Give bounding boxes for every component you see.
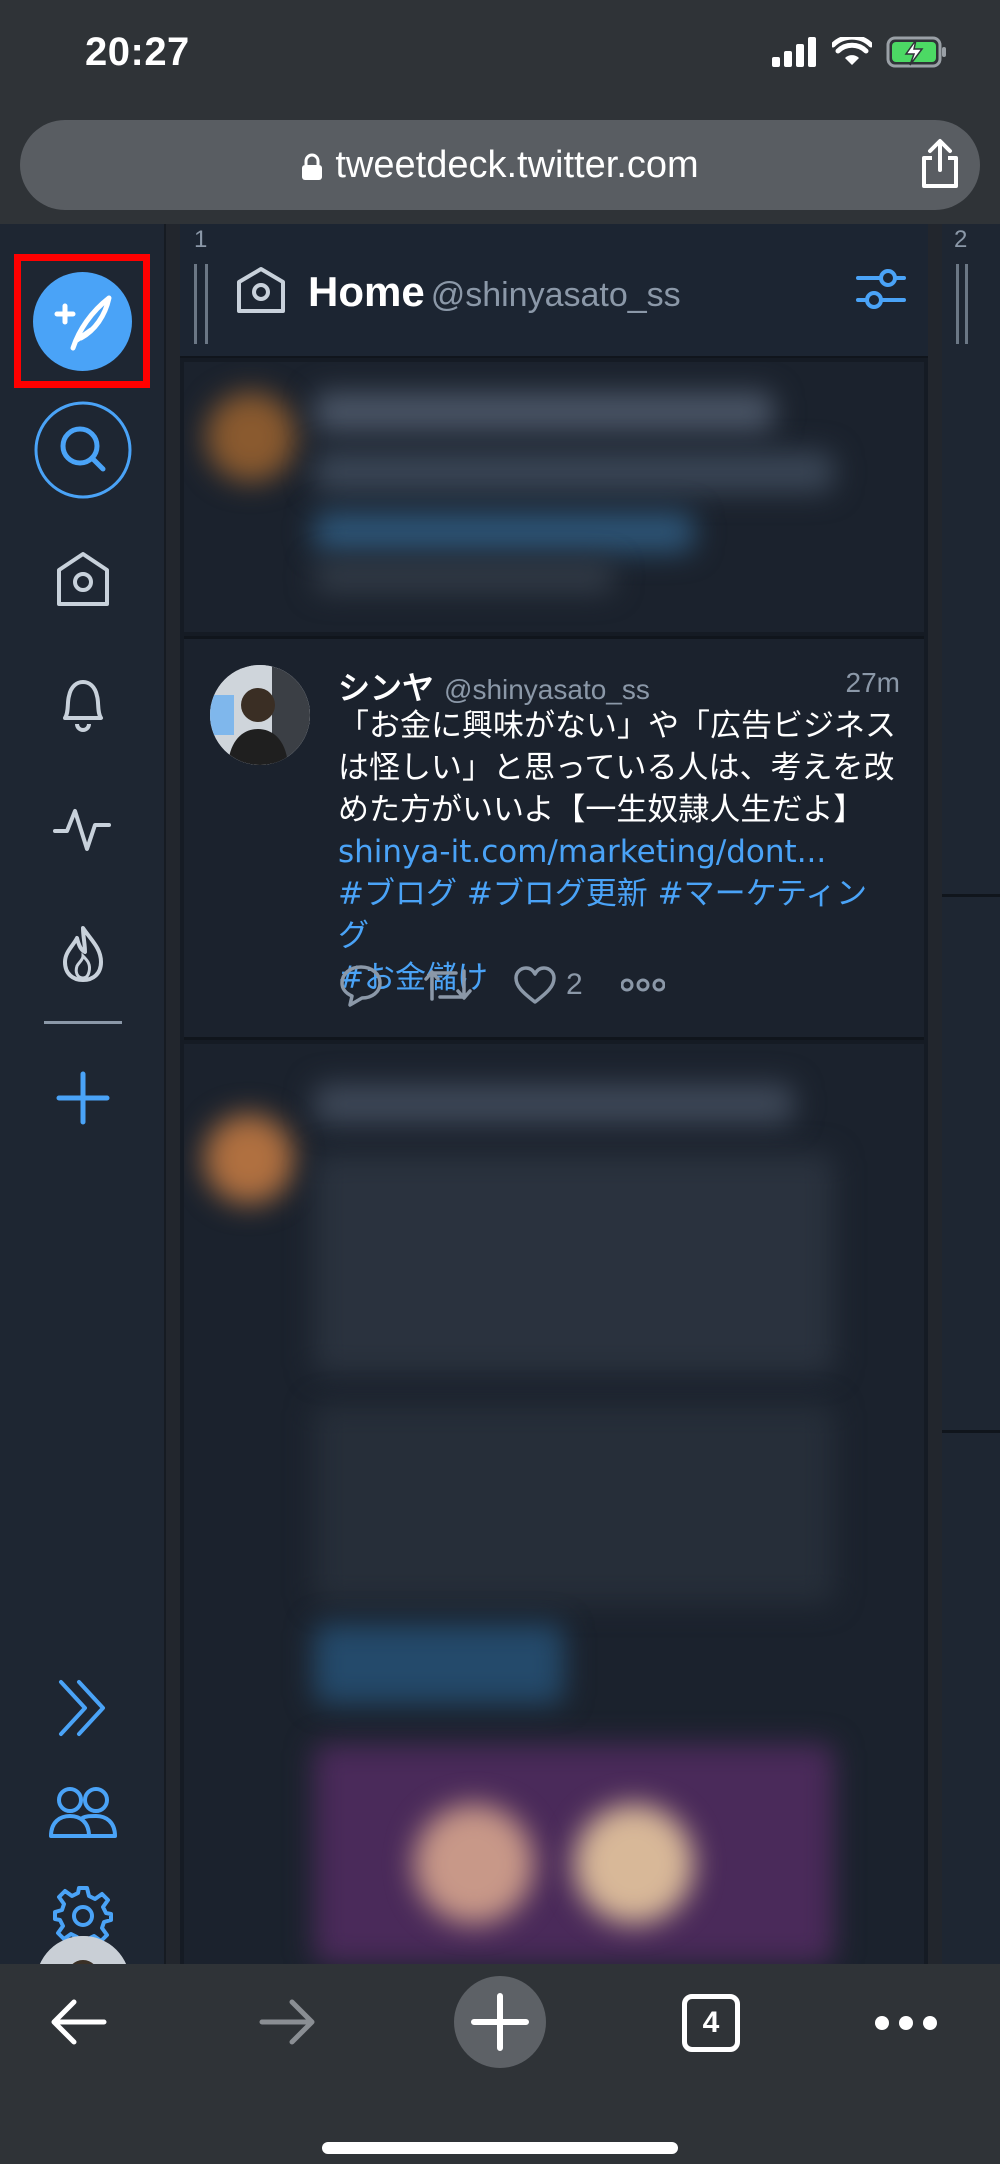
status-time: 20:27 [85,30,190,74]
blurred-tweet [184,1044,924,1964]
notifications-button[interactable] [33,654,133,754]
column-home-icon [237,267,285,313]
next-column-drag-handle[interactable] [956,264,968,344]
tweet-timestamp[interactable]: 27m [846,667,900,699]
column-header[interactable]: 1 Home @shinyasato_ss [180,224,928,358]
ellipsis-icon [620,978,665,992]
url-bar[interactable]: tweetdeck.twitter.com [20,120,980,210]
battery-charging-icon [886,36,946,68]
tweet-avatar[interactable] [210,665,310,765]
forward-icon[interactable] [256,1992,320,2052]
home-icon [57,552,109,606]
avatar-photo [210,665,310,765]
home-column: 1 Home @shinyasato_ss シンヤ @shinyasato_ss… [180,224,928,1964]
accounts-button[interactable] [33,1762,133,1862]
plus-icon [56,1071,110,1125]
bell-icon [63,680,103,732]
new-tab-button[interactable] [454,1976,546,2068]
tabs-button[interactable]: 4 [682,1994,740,2052]
compose-button[interactable] [33,272,132,371]
add-column-button[interactable] [33,1048,133,1148]
search-icon [34,401,132,499]
trending-button[interactable] [33,904,133,1004]
tweet-hashtags[interactable]: #ブログ #ブログ更新 #マーケティング [338,873,898,957]
double-chevron-icon [59,1680,105,1736]
reply-icon [340,965,382,1007]
next-column-divider [942,894,1000,897]
plus-icon [471,1993,529,2051]
back-icon[interactable] [46,1992,110,2052]
tweet-author-name: シンヤ [338,670,435,706]
signal-icon [772,37,816,67]
home-button[interactable] [33,530,133,630]
tweet-line: 「お金に興味がない」や「広告ビジネス [338,708,896,744]
browser-toolbar: 4 [0,1964,1000,2164]
more-actions-button[interactable] [620,978,665,992]
tweet-line: めた方がいいよ【一生奴隷人生だよ】 [338,792,865,828]
next-column-edge[interactable]: 2 [942,224,1000,1964]
activity-icon [53,809,111,851]
search-button[interactable] [33,400,133,500]
status-icons [772,36,948,68]
heart-icon [514,966,556,1004]
compose-quill-icon [54,295,112,351]
tweet-link[interactable]: shinya-it.com/marketing/dont... [338,831,898,873]
status-bar: 20:27 [0,0,1000,110]
column-drag-handle[interactable] [194,264,208,344]
like-button[interactable]: 2 [512,964,583,1006]
like-count: 2 [566,968,583,1001]
tweet-text: 「お金に興味がない」や「広告ビジネス は怪しい」と思っている人は、考えを改 めた… [338,705,898,999]
tweetdeck-sidebar [0,224,166,2030]
home-indicator [322,2142,678,2154]
retweet-icon [424,969,472,1001]
reply-button[interactable] [338,963,384,1007]
url-text: tweetdeck.twitter.com [335,144,699,186]
tweet-card[interactable]: シンヤ @shinyasato_ss 27m 「お金に興味がない」や「広告ビジネス… [184,636,924,1040]
next-column-number: 2 [954,226,968,253]
browser-address-area: tweetdeck.twitter.com [0,110,1000,224]
column-number: 1 [194,226,208,253]
retweet-button[interactable] [422,965,474,1005]
tweet-author[interactable]: シンヤ @shinyasato_ss [338,663,650,709]
column-handle: @shinyasato_ss [430,276,681,314]
next-column-divider [942,1430,1000,1433]
people-icon [49,1787,117,1838]
column-title: Home @shinyasato_ss [308,268,681,316]
tweet-author-handle: @shinyasato_ss [444,674,650,705]
sidebar-divider [44,1021,122,1024]
lock-icon [302,153,323,180]
flame-icon [63,926,103,982]
column-title-text: Home [308,268,425,315]
wifi-icon [832,37,872,65]
share-icon[interactable] [918,138,962,190]
tweet-line: は怪しい」と思っている人は、考えを改 [338,750,895,786]
tweet-actions: 2 [338,963,703,1007]
activity-button[interactable] [33,779,133,879]
blurred-tweet [184,362,924,632]
more-icon[interactable] [874,2014,938,2032]
expand-columns-button[interactable] [33,1658,133,1758]
column-settings-icon[interactable] [854,264,908,314]
